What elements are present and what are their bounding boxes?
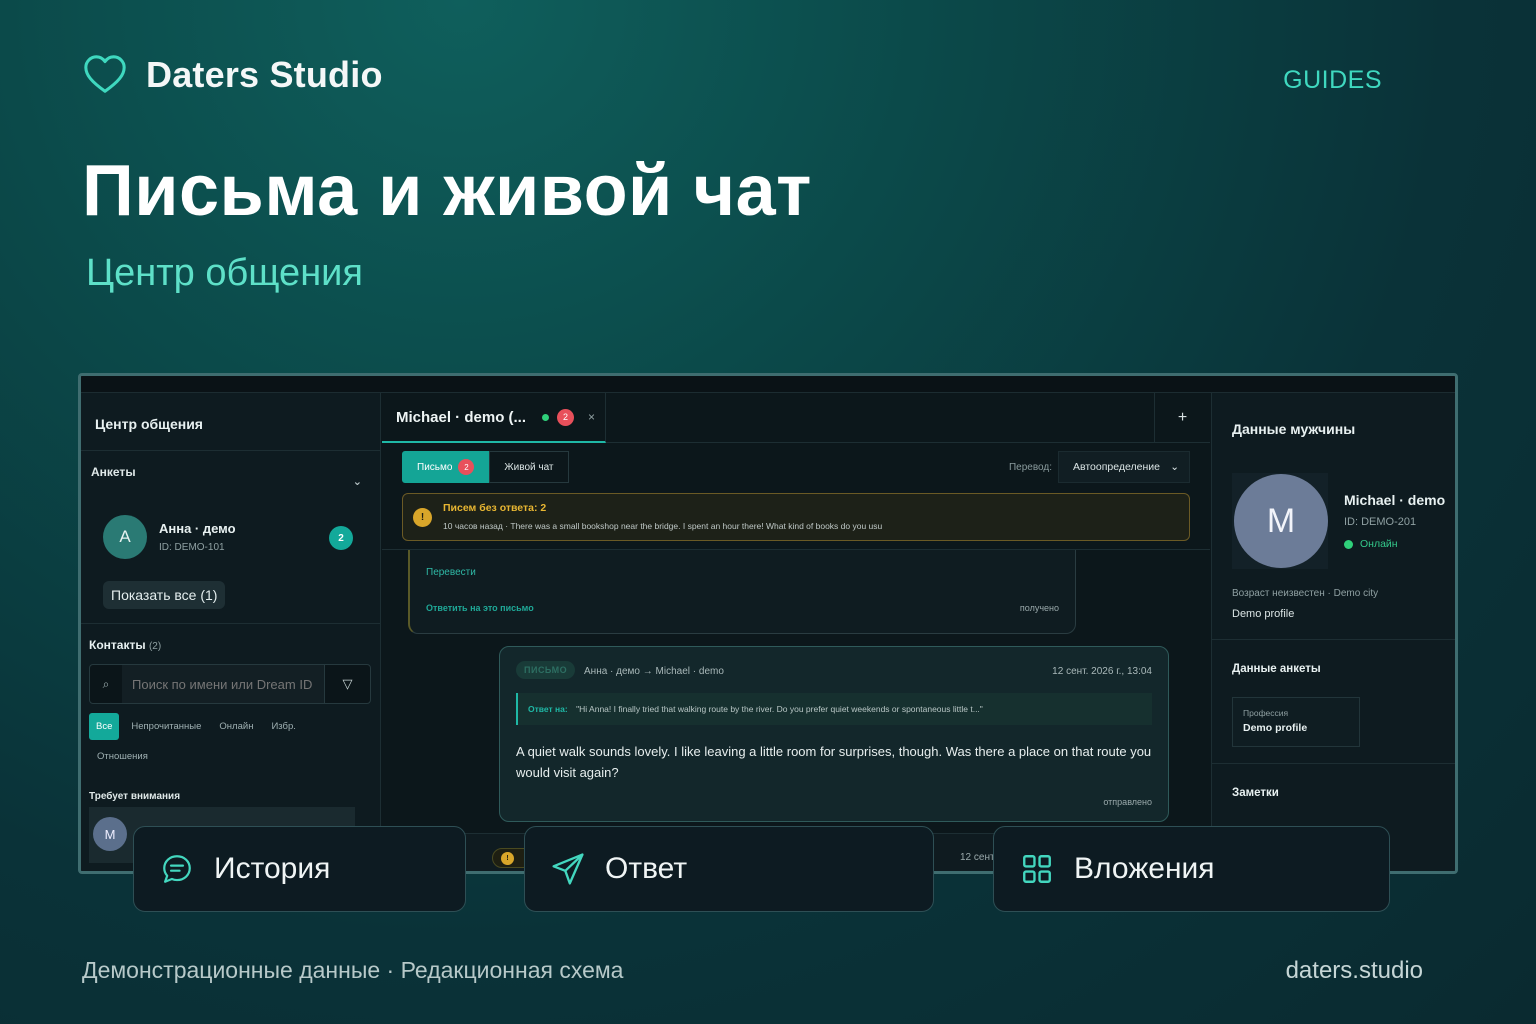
footer-domain-link[interactable]: daters.studio — [1286, 957, 1423, 985]
left-panel-title: Центр общения — [81, 393, 380, 451]
avatar: M — [1234, 474, 1328, 568]
page-title: Письма и живой чат — [82, 151, 812, 231]
profile-card[interactable]: A Анна · демо ID: DEMO-101 — [103, 515, 236, 559]
feature-attachments[interactable]: Вложения — [993, 826, 1390, 912]
man-profile-note: Demo profile — [1232, 608, 1295, 620]
profiles-section-label: Анкеты — [91, 465, 136, 479]
filter-unread[interactable]: Непрочитанные — [125, 713, 207, 740]
message-date: 12 сент — [960, 852, 995, 863]
feature-label: Вложения — [1074, 852, 1215, 885]
translate-value: Автоопределение — [1073, 461, 1160, 473]
message-status: получено — [1019, 603, 1059, 613]
page-subtitle: Центр общения — [86, 252, 363, 294]
message-status: отправлено — [1103, 797, 1152, 807]
quote-text: "Hi Anna! I finally tried that walking r… — [576, 704, 983, 714]
chat-bubble-icon — [158, 850, 196, 888]
add-tab-button[interactable]: + — [1154, 393, 1210, 443]
chevron-down-icon[interactable]: ⌄ — [353, 475, 362, 488]
field-value: Demo profile — [1243, 722, 1308, 734]
feature-history[interactable]: История — [133, 826, 466, 912]
mode-switch: Письмо 2 Живой чат — [402, 451, 569, 483]
feature-label: Ответ — [605, 852, 688, 885]
show-all-button[interactable]: Показать все (1) — [103, 581, 226, 609]
message-date: 12 сент. 2026 г., 13:04 — [1052, 666, 1152, 677]
online-dot — [1344, 539, 1353, 549]
search-input[interactable] — [122, 665, 324, 703]
filter-all[interactable]: Все — [89, 713, 120, 740]
panel-title: Данные мужчины — [1232, 421, 1356, 437]
reply-quote: Ответ на: "Hi Anna! I finally tried that… — [516, 693, 1152, 725]
attention-label: Требует внимания — [89, 791, 181, 802]
send-plane-icon — [549, 850, 587, 888]
message-route: Анна · демо → Michael · demo — [584, 666, 724, 677]
search-icon: ⌕ — [102, 676, 110, 691]
online-label: Онлайн — [1360, 538, 1398, 550]
tab-title: Michael · demo (... — [396, 408, 527, 426]
mode-letter-button[interactable]: Письмо 2 — [402, 451, 490, 483]
alert-title: Писем без ответа: 2 — [443, 502, 547, 514]
translate-link[interactable]: Перевести — [426, 567, 476, 578]
translate-label: Перевод: — [1008, 461, 1052, 473]
message-body: A quiet walk sounds lovely. I like leavi… — [516, 744, 1152, 780]
translate-control: Перевод: Автоопределение ⌄ — [1009, 451, 1190, 483]
conversation-panel: Michael · demo (... 2 × + Письмо 2 Живой… — [382, 393, 1210, 871]
unread-badge: 2 — [329, 526, 353, 550]
message-type-badge: ПИСЬМО — [516, 661, 576, 679]
filter-favorites[interactable]: Избр. — [265, 713, 301, 740]
man-name: Michael · demo — [1344, 492, 1446, 508]
brand[interactable]: Daters Studio — [82, 52, 383, 98]
contacts-header: Контакты (2) — [81, 623, 381, 666]
man-id: ID: DEMO-201 — [1344, 516, 1417, 528]
heart-outline-icon — [84, 55, 126, 93]
chevron-down-icon: ⌄ — [1170, 461, 1179, 473]
man-details-panel: Данные мужчины M Michael · demo ID: DEMO… — [1211, 393, 1455, 871]
avatar: M — [93, 817, 127, 851]
field-label: Профессия — [1243, 708, 1289, 718]
profiles-section[interactable]: Анкеты ⌄ — [81, 451, 380, 488]
app-screenshot: Центр общения Анкеты ⌄ A Анна · демо ID:… — [78, 373, 1458, 874]
avatar: A — [103, 515, 147, 559]
tab-conversation[interactable]: Michael · demo (... 2 × — [382, 393, 606, 443]
translate-select[interactable]: Автоопределение ⌄ — [1058, 451, 1190, 483]
filter-relations[interactable]: Отношения — [97, 751, 148, 762]
contact-search: ⌕ ▽ — [89, 664, 371, 704]
footer-note: Демонстрационные данные · Редакционная с… — [82, 957, 624, 983]
warning-icon: ! — [413, 508, 432, 527]
guides-link[interactable]: GUIDES — [1283, 66, 1382, 95]
close-icon[interactable]: × — [588, 410, 595, 424]
feature-reply[interactable]: Ответ — [524, 826, 934, 912]
received-message: Перевести Ответить на это письмо получен… — [408, 550, 1076, 634]
filter-icon[interactable]: ▽ — [324, 665, 370, 703]
tab-bar: Michael · demo (... 2 × + — [382, 393, 1210, 443]
grid-icon — [1018, 850, 1056, 888]
quote-label: Ответ на: — [528, 704, 568, 714]
brand-name: Daters Studio — [146, 54, 383, 95]
unanswered-alert[interactable]: ! Писем без ответа: 2 10 часов назад · T… — [402, 493, 1190, 541]
tab-badge: 2 — [557, 408, 575, 426]
online-status: Онлайн — [1344, 538, 1398, 550]
divider — [1212, 763, 1455, 764]
alert-text: 10 часов назад · There was a small books… — [443, 521, 883, 531]
profile-name: Анна · демо — [159, 521, 236, 536]
divider — [1212, 639, 1455, 640]
feature-label: История — [214, 852, 331, 885]
sent-message: ПИСЬМО Анна · демо → Michael · demo 12 с… — [499, 646, 1169, 822]
window-top-bar — [81, 376, 1455, 393]
warning-icon: ! — [501, 852, 514, 865]
reply-link[interactable]: Ответить на это письмо — [426, 603, 534, 613]
filter-chips: Все Непрочитанные Онлайн Избр. — [89, 713, 302, 740]
man-meta: Возраст неизвестен · Demo city — [1232, 588, 1379, 599]
mode-letter-badge: 2 — [458, 459, 475, 475]
profile-data-title: Данные анкеты — [1232, 663, 1321, 675]
profession-field: Профессия Demo profile — [1232, 697, 1360, 747]
contacts-count: (2) — [148, 641, 162, 652]
mode-live-chat-button[interactable]: Живой чат — [489, 451, 569, 483]
filter-online[interactable]: Онлайн — [213, 713, 259, 740]
profile-id: ID: DEMO-101 — [159, 542, 225, 553]
online-dot — [542, 413, 550, 421]
contacts-label: Контакты — [89, 638, 146, 652]
left-panel: Центр общения Анкеты ⌄ A Анна · демо ID:… — [81, 393, 381, 871]
notes-title: Заметки — [1232, 787, 1279, 799]
mode-letter-label: Письмо — [417, 461, 453, 473]
